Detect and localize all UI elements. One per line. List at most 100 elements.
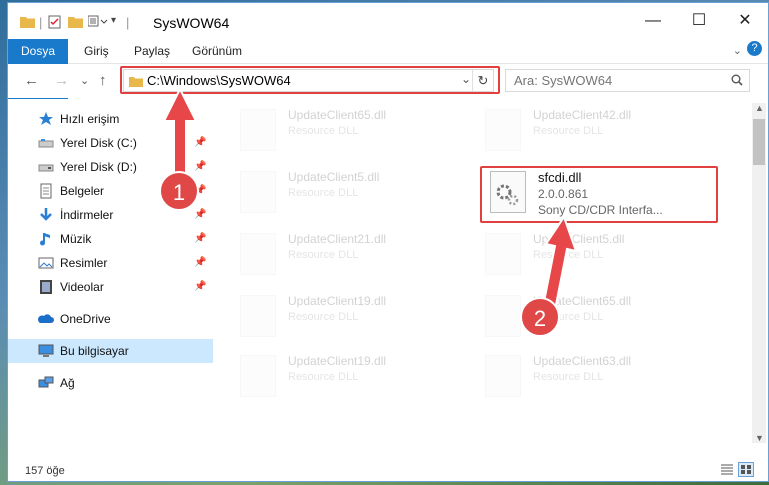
forward-button[interactable]: → bbox=[54, 72, 69, 89]
file-item[interactable]: UpdateClient5.dll Resource DLL bbox=[473, 227, 713, 287]
tab-share[interactable]: Paylaş bbox=[122, 39, 182, 63]
file-name: UpdateClient19.dll bbox=[288, 354, 387, 368]
music-icon bbox=[38, 231, 54, 247]
file-highlight-box bbox=[480, 166, 718, 223]
file-list: UpdateClient65.dll Resource DLL UpdateCl… bbox=[218, 103, 738, 443]
sidebar-item-label: Müzik bbox=[60, 232, 92, 246]
drive-icon bbox=[38, 135, 54, 151]
file-item[interactable]: UpdateClient19.dll Resource DLL bbox=[228, 289, 468, 349]
search-input[interactable] bbox=[512, 72, 716, 89]
file-name: UpdateClient21.dll bbox=[288, 232, 387, 246]
recent-locations-button[interactable]: ⌄ bbox=[80, 74, 89, 87]
dll-file-icon bbox=[240, 355, 276, 397]
properties-icon[interactable] bbox=[48, 15, 62, 29]
sidebar-item-pictures[interactable]: Resimler 📌 bbox=[8, 251, 208, 275]
vertical-scrollbar[interactable]: ▲ ▼ bbox=[752, 103, 766, 443]
dll-file-icon bbox=[240, 171, 276, 213]
search-icon[interactable] bbox=[731, 73, 743, 91]
file-name: UpdateClient65.dll bbox=[288, 108, 387, 122]
sidebar-item-music[interactable]: Müzik 📌 bbox=[8, 227, 208, 251]
window-title: SysWOW64 bbox=[153, 15, 230, 31]
dll-file-icon bbox=[240, 295, 276, 337]
pin-icon: 📌 bbox=[194, 257, 207, 268]
explorer-window: | ▾ | SysWOW64 — ☐ ✕ Dosya Giriş Paylaş … bbox=[7, 2, 769, 482]
file-item[interactable]: UpdateClient63.dll Resource DLL bbox=[473, 349, 713, 409]
dll-file-icon bbox=[485, 233, 521, 275]
sidebar-item-label: Hızlı erişim bbox=[60, 112, 120, 126]
file-item[interactable]: UpdateClient42.dll Resource DLL bbox=[473, 103, 713, 163]
help-icon[interactable]: ? bbox=[747, 41, 762, 56]
star-icon bbox=[38, 111, 54, 127]
file-type: Resource DLL bbox=[288, 371, 359, 383]
separator: | bbox=[126, 15, 130, 30]
dll-file-icon bbox=[485, 355, 521, 397]
pictures-icon bbox=[38, 255, 54, 271]
file-name: UpdateClient63.dll bbox=[533, 354, 632, 368]
file-item[interactable]: UpdateClient19.dll Resource DLL bbox=[228, 349, 468, 409]
sidebar-item-label: Yerel Disk (D:) bbox=[60, 160, 137, 174]
tab-home[interactable]: Giriş bbox=[72, 39, 121, 63]
sidebar-item-label: Ağ bbox=[60, 376, 75, 390]
downloads-icon bbox=[38, 207, 54, 223]
documents-icon bbox=[38, 183, 54, 199]
file-name: UpdateClient19.dll bbox=[288, 294, 387, 308]
sidebar-item-label: İndirmeler bbox=[60, 208, 114, 222]
pin-icon: 📌 bbox=[194, 233, 207, 244]
folder-icon bbox=[20, 15, 35, 29]
title-bar: | ▾ | SysWOW64 — ☐ ✕ bbox=[8, 3, 768, 39]
file-type: Resource DLL bbox=[288, 125, 359, 137]
minimize-button[interactable]: — bbox=[630, 3, 676, 39]
pin-icon: 📌 bbox=[194, 209, 207, 220]
new-folder-icon[interactable] bbox=[68, 15, 83, 29]
navigation-bar: ← → ⌄ ↑ C:\Windows\SysWOW64 ⌄ ↻ bbox=[8, 64, 768, 98]
pin-icon: 📌 bbox=[194, 281, 207, 292]
details-view-icon[interactable] bbox=[720, 463, 734, 479]
network-icon bbox=[38, 375, 54, 391]
cloud-icon bbox=[36, 311, 54, 327]
sidebar-item-label: Videolar bbox=[60, 280, 104, 294]
scrollbar-thumb[interactable] bbox=[753, 119, 765, 165]
file-type: Resource DLL bbox=[533, 125, 604, 137]
file-item[interactable]: UpdateClient5.dll Resource DLL bbox=[228, 165, 468, 225]
sidebar-item-videos[interactable]: Videolar 📌 bbox=[8, 275, 208, 299]
file-type: Resource DLL bbox=[288, 311, 359, 323]
sidebar-item-label: Resimler bbox=[60, 256, 108, 270]
ribbon-tabs: Dosya Giriş Paylaş Görünüm ⌄ ? bbox=[8, 39, 768, 99]
close-button[interactable]: ✕ bbox=[722, 3, 768, 39]
sidebar-item-label: OneDrive bbox=[60, 312, 111, 326]
separator: | bbox=[39, 15, 43, 30]
tab-view[interactable]: Görünüm bbox=[180, 39, 254, 63]
file-item[interactable]: UpdateClient21.dll Resource DLL bbox=[228, 227, 468, 287]
step-2-badge: 2 bbox=[520, 297, 560, 337]
sidebar-item-onedrive[interactable]: OneDrive bbox=[8, 307, 208, 331]
dll-file-icon bbox=[485, 109, 521, 151]
sidebar-item-label: Yerel Disk (C:) bbox=[60, 136, 137, 150]
file-type: Resource DLL bbox=[288, 249, 359, 261]
drive-icon bbox=[38, 159, 54, 175]
step-1-badge: 1 bbox=[159, 171, 199, 211]
videos-icon bbox=[38, 279, 54, 295]
dll-file-icon bbox=[240, 233, 276, 275]
sidebar-item-label: Belgeler bbox=[60, 184, 105, 198]
file-type: Resource DLL bbox=[288, 187, 359, 199]
back-button[interactable]: ← bbox=[24, 72, 39, 89]
maximize-button[interactable]: ☐ bbox=[676, 3, 722, 39]
status-bar: 157 öğe bbox=[8, 459, 768, 481]
scroll-up-icon[interactable]: ▲ bbox=[755, 103, 764, 113]
collapse-ribbon-icon[interactable]: ⌄ bbox=[733, 44, 742, 57]
customize-quick-access-icon[interactable]: ▾ bbox=[111, 15, 116, 29]
file-type: Resource DLL bbox=[533, 371, 604, 383]
tiles-view-icon[interactable] bbox=[738, 462, 754, 477]
sidebar-item-network[interactable]: Ağ bbox=[8, 371, 208, 395]
up-button[interactable]: ↑ bbox=[99, 72, 107, 89]
search-box[interactable] bbox=[505, 69, 750, 92]
scroll-down-icon[interactable]: ▼ bbox=[755, 433, 764, 443]
dll-file-icon bbox=[240, 109, 276, 151]
view-options-icon[interactable] bbox=[87, 15, 110, 29]
item-count: 157 öğe bbox=[25, 465, 65, 477]
file-item[interactable]: UpdateClient65.dll Resource DLL bbox=[228, 103, 468, 163]
file-item[interactable]: UpdateClient65.dll Resource DLL bbox=[473, 289, 713, 349]
sidebar-item-label: Bu bilgisayar bbox=[60, 344, 129, 358]
computer-icon bbox=[38, 343, 54, 359]
sidebar-item-this-pc[interactable]: Bu bilgisayar bbox=[8, 339, 213, 363]
